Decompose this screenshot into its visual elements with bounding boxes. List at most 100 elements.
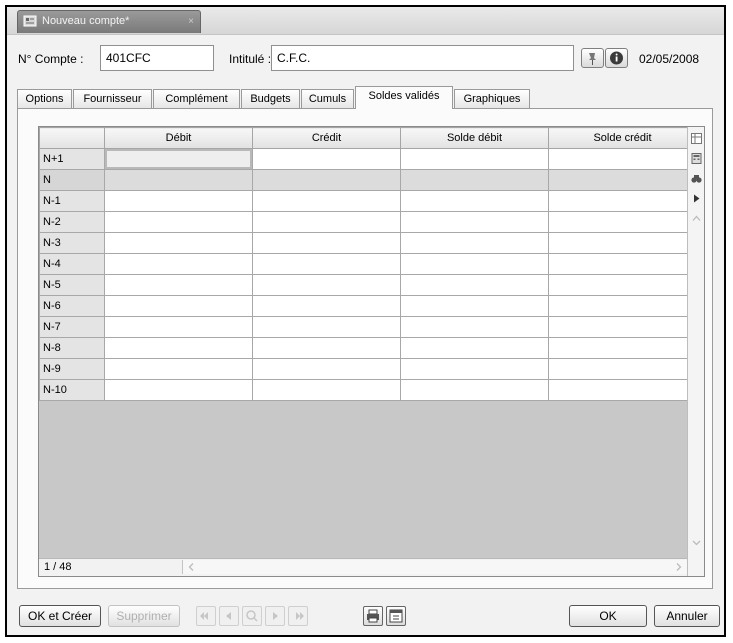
tab-complement[interactable]: Complément <box>153 89 240 108</box>
solde-credit-cell[interactable] <box>548 379 697 401</box>
credit-cell[interactable] <box>252 211 401 233</box>
ok-create-button[interactable]: OK et Créer <box>19 605 101 627</box>
solde-debit-cell[interactable] <box>400 379 549 401</box>
solde-debit-cell[interactable] <box>400 148 549 170</box>
solde-debit-cell[interactable] <box>400 169 549 191</box>
delete-button[interactable]: Supprimer <box>108 605 180 627</box>
column-header-debit[interactable]: Débit <box>104 127 253 149</box>
debit-cell[interactable] <box>104 295 253 317</box>
credit-cell[interactable] <box>252 316 401 338</box>
row-label: N-6 <box>39 295 105 317</box>
solde-credit-cell[interactable] <box>548 274 697 296</box>
solde-credit-cell[interactable] <box>548 337 697 359</box>
next-record-button[interactable] <box>265 606 285 626</box>
credit-cell[interactable] <box>252 295 401 317</box>
credit-cell[interactable] <box>252 232 401 254</box>
ok-button[interactable]: OK <box>569 605 647 627</box>
tab-fournisseur[interactable]: Fournisseur <box>73 89 152 108</box>
solde-debit-cell[interactable] <box>400 358 549 380</box>
scroll-left-icon[interactable] <box>187 562 196 572</box>
solde-credit-cell[interactable] <box>548 190 697 212</box>
table-row[interactable]: N-5 <box>39 274 697 296</box>
table-row[interactable]: N <box>39 169 697 191</box>
credit-cell[interactable] <box>252 169 401 191</box>
credit-cell[interactable] <box>252 379 401 401</box>
solde-debit-cell[interactable] <box>400 211 549 233</box>
debit-cell[interactable] <box>104 253 253 275</box>
scroll-down-icon[interactable] <box>691 537 702 548</box>
debit-cell[interactable] <box>104 337 253 359</box>
debit-cell[interactable] <box>104 358 253 380</box>
account-title-field[interactable]: C.F.C. <box>271 45 574 71</box>
table-row[interactable]: N-1 <box>39 190 697 212</box>
debit-cell[interactable] <box>104 190 253 212</box>
table-row[interactable]: N-3 <box>39 232 697 254</box>
solde-debit-cell[interactable] <box>400 190 549 212</box>
play-icon[interactable] <box>691 193 702 204</box>
column-header-credit[interactable]: Crédit <box>252 127 401 149</box>
table-row[interactable]: N-7 <box>39 316 697 338</box>
solde-credit-cell[interactable] <box>548 295 697 317</box>
info-button[interactable] <box>605 48 628 68</box>
column-header-solde-debit[interactable]: Solde débit <box>400 127 549 149</box>
credit-cell[interactable] <box>252 253 401 275</box>
solde-debit-cell[interactable] <box>400 295 549 317</box>
table-row[interactable]: N+1 <box>39 148 697 170</box>
solde-credit-cell[interactable] <box>548 253 697 275</box>
tab-graphiques[interactable]: Graphiques <box>454 89 530 108</box>
debit-cell[interactable] <box>104 232 253 254</box>
search-record-button[interactable] <box>242 606 262 626</box>
document-tab[interactable]: Nouveau compte* × <box>17 10 201 33</box>
horizontal-scrollbar[interactable] <box>182 560 687 574</box>
credit-cell[interactable] <box>252 148 401 170</box>
previous-record-button[interactable] <box>219 606 239 626</box>
table-row[interactable]: N-2 <box>39 211 697 233</box>
solde-credit-cell[interactable] <box>548 211 697 233</box>
scroll-right-icon[interactable] <box>674 562 683 572</box>
solde-debit-cell[interactable] <box>400 232 549 254</box>
credit-cell[interactable] <box>252 358 401 380</box>
tab-options[interactable]: Options <box>17 89 72 108</box>
solde-debit-cell[interactable] <box>400 316 549 338</box>
calendar-button[interactable] <box>386 606 406 626</box>
solde-debit-cell[interactable] <box>400 253 549 275</box>
table-row[interactable]: N-6 <box>39 295 697 317</box>
grid-settings-icon[interactable] <box>691 133 702 144</box>
date-display: 02/05/2008 <box>639 52 700 66</box>
credit-cell[interactable] <box>252 337 401 359</box>
collapse-up-icon[interactable] <box>691 213 702 224</box>
solde-debit-cell[interactable] <box>400 337 549 359</box>
debit-cell[interactable] <box>104 274 253 296</box>
credit-cell[interactable] <box>252 190 401 212</box>
debit-cell[interactable] <box>104 169 253 191</box>
solde-credit-cell[interactable] <box>548 232 697 254</box>
last-record-button[interactable] <box>288 606 308 626</box>
first-record-button[interactable] <box>196 606 216 626</box>
account-number-field[interactable]: 401CFC <box>100 45 214 71</box>
solde-credit-cell[interactable] <box>548 358 697 380</box>
pin-button[interactable] <box>581 48 604 68</box>
table-row[interactable]: N-4 <box>39 253 697 275</box>
solde-credit-cell[interactable] <box>548 169 697 191</box>
column-header-solde-credit[interactable]: Solde crédit <box>548 127 697 149</box>
solde-credit-cell[interactable] <box>548 148 697 170</box>
calculator-icon[interactable] <box>691 153 702 164</box>
table-row[interactable]: N-8 <box>39 337 697 359</box>
tab-cumuls[interactable]: Cumuls <box>301 89 354 108</box>
solde-credit-cell[interactable] <box>548 316 697 338</box>
table-row[interactable]: N-9 <box>39 358 697 380</box>
debit-cell[interactable] <box>104 316 253 338</box>
tab-soldes-valides[interactable]: Soldes validés <box>355 86 453 109</box>
binoculars-icon[interactable] <box>691 173 702 184</box>
print-button[interactable] <box>363 606 383 626</box>
credit-cell[interactable] <box>252 274 401 296</box>
tab-budgets[interactable]: Budgets <box>241 89 300 108</box>
row-label: N+1 <box>39 148 105 170</box>
debit-cell[interactable] <box>104 379 253 401</box>
debit-cell[interactable] <box>104 211 253 233</box>
table-row[interactable]: N-10 <box>39 379 697 401</box>
close-tab-icon[interactable]: × <box>188 11 194 32</box>
debit-cell[interactable] <box>104 148 253 170</box>
solde-debit-cell[interactable] <box>400 274 549 296</box>
cancel-button[interactable]: Annuler <box>654 605 720 627</box>
